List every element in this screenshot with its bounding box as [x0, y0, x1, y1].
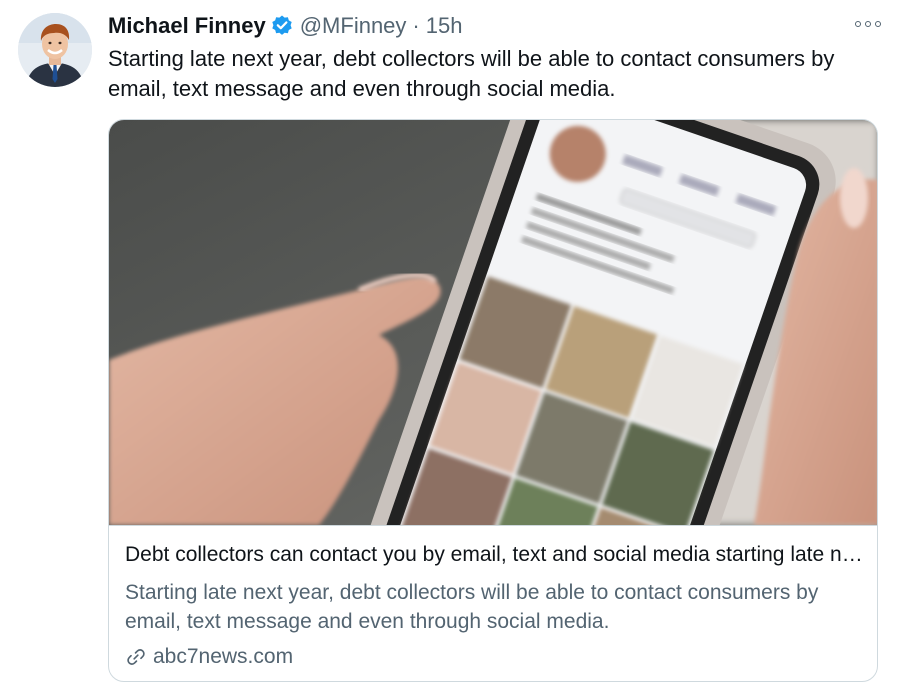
- separator-dot: ·: [412, 13, 420, 38]
- tweet-timestamp[interactable]: 15h: [426, 13, 463, 39]
- card-description: Starting late next year, debt collectors…: [125, 581, 819, 633]
- author-handle[interactable]: @MFinney: [300, 13, 407, 39]
- card-info[interactable]: Debt collectors can contact you by email…: [109, 525, 877, 668]
- phone-social-media-photo: [109, 120, 877, 676]
- card-domain-text: abc7news.com: [153, 645, 294, 668]
- tweet-header: Michael Finney @MFinney · 15h: [108, 11, 462, 41]
- verified-badge-icon: [270, 14, 294, 38]
- author-name[interactable]: Michael Finney: [108, 13, 266, 39]
- avatar-photo: [18, 13, 92, 87]
- card-title: Debt collectors can contact you by email…: [125, 543, 865, 566]
- card-domain: abc7news.com: [125, 642, 293, 672]
- more-options-icon[interactable]: [855, 16, 881, 32]
- author-avatar[interactable]: [18, 13, 92, 87]
- card-image[interactable]: [109, 120, 877, 676]
- tweet-text: Starting late next year, debt collectors…: [108, 46, 835, 101]
- link-preview-card[interactable]: Debt collectors can contact you by email…: [108, 119, 878, 682]
- link-icon: [127, 649, 145, 665]
